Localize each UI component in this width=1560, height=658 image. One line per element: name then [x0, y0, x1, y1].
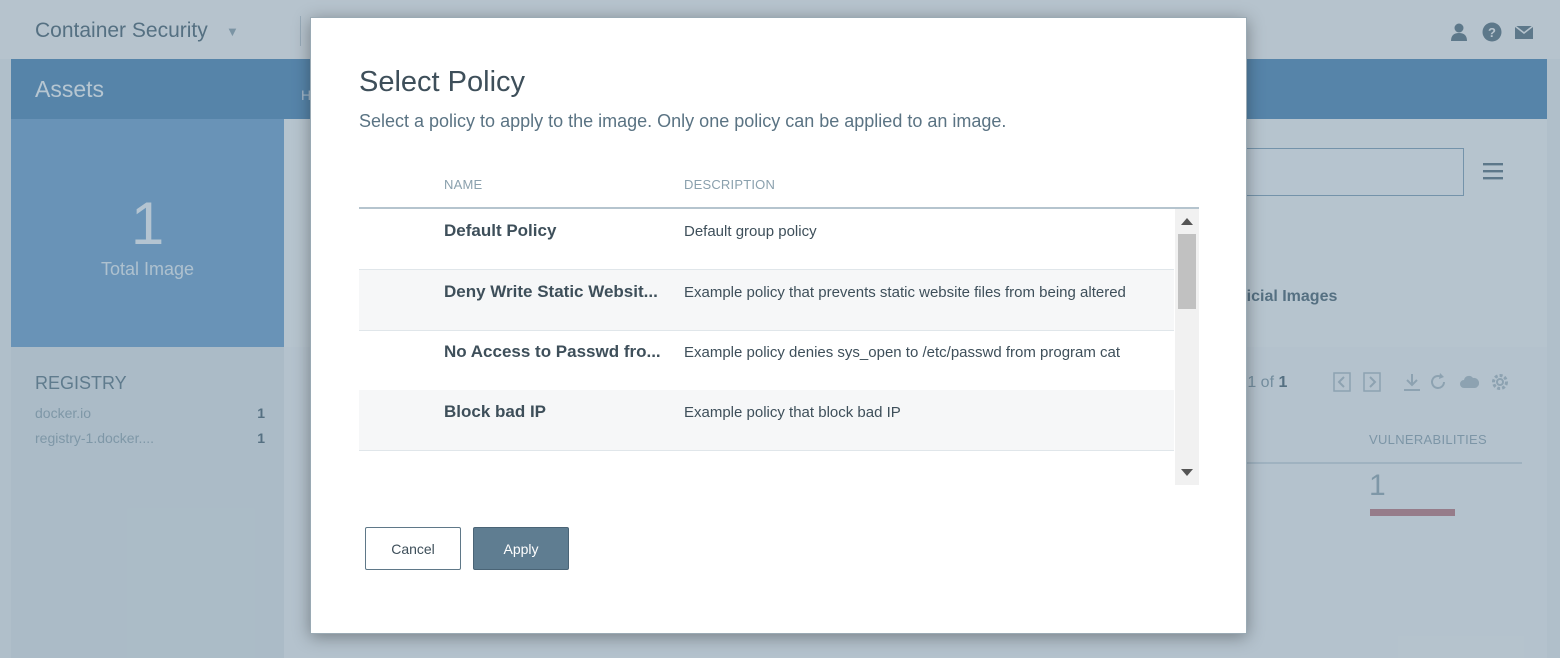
scroll-down-arrow-icon[interactable]: [1181, 469, 1193, 476]
policy-description: Default group policy: [684, 223, 817, 240]
policy-row[interactable]: Deny Write Static Websit... Example poli…: [359, 270, 1174, 331]
policy-name: Default Policy: [444, 221, 557, 240]
scrollbar-thumb[interactable]: [1178, 234, 1196, 309]
apply-button[interactable]: Apply: [473, 527, 569, 570]
policy-list: Default Policy Default group policy Deny…: [359, 209, 1174, 485]
column-header-name[interactable]: NAME: [444, 177, 482, 192]
policy-list-scrollbar[interactable]: [1175, 209, 1199, 485]
policy-row[interactable]: Default Policy Default group policy: [359, 209, 1174, 270]
column-header-description[interactable]: DESCRIPTION: [684, 177, 775, 192]
policy-row[interactable]: No Access to Passwd fro... Example polic…: [359, 330, 1174, 391]
policy-description: Example policy that block bad IP: [684, 404, 901, 421]
scroll-up-arrow-icon[interactable]: [1181, 218, 1193, 225]
policy-name: Block bad IP: [444, 402, 547, 421]
policy-row[interactable]: Block bad IP Example policy that block b…: [359, 390, 1174, 451]
policy-description: Example policy denies sys_open to /etc/p…: [684, 344, 1121, 361]
policy-name: Deny Write Static Websit...: [444, 282, 658, 301]
dialog-subtitle: Select a policy to apply to the image. O…: [359, 111, 1007, 131]
policy-name: No Access to Passwd fro...: [444, 342, 661, 361]
dialog-title: Select Policy: [359, 66, 526, 98]
policy-description: Example policy that prevents static webs…: [684, 284, 1126, 301]
cancel-button[interactable]: Cancel: [365, 527, 461, 570]
select-policy-dialog: Select Policy Select a policy to apply t…: [310, 17, 1247, 634]
